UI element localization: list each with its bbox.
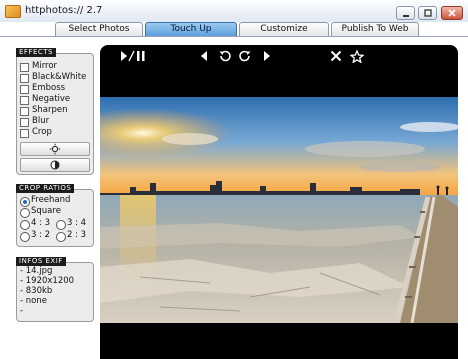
maximize-icon: [423, 9, 432, 17]
minimize-icon: [402, 15, 409, 17]
exif-resolution: - 1920x1200: [20, 276, 75, 286]
contrast-icon: [50, 160, 60, 170]
exif-filename: - 14.jpg: [20, 266, 53, 276]
crop-option-label: Freehand: [31, 195, 71, 205]
exif-panel: - 14.jpg - 1920x1200 - 830kb - none -: [16, 262, 94, 322]
delete-button[interactable]: [330, 50, 342, 64]
favorite-button[interactable]: [349, 49, 365, 65]
close-icon: [448, 9, 456, 17]
effect-label: Mirror: [32, 61, 58, 71]
exif-value: - none: [20, 296, 47, 306]
checkbox[interactable]: [20, 118, 29, 127]
crop-option-label: Square: [31, 206, 61, 216]
sunset-photo: [100, 97, 458, 323]
app-icon: [5, 5, 21, 18]
tab-publish-to-web[interactable]: Publish To Web: [331, 22, 419, 36]
crop-ratios-panel: Freehand Square 4 : 3 3 : 4 3 : 2 2 : 3: [16, 189, 94, 247]
radio-2-3[interactable]: [56, 232, 66, 242]
main-frame: Mirror Black&White Emboss Negative Sharp…: [0, 36, 468, 359]
brightness-button[interactable]: [20, 142, 90, 156]
checkbox[interactable]: [20, 129, 29, 138]
crop-option-label: 2 : 3: [67, 230, 87, 240]
radio-square[interactable]: [20, 208, 30, 218]
rotate-left-icon: [219, 50, 231, 62]
photo-viewer: [100, 45, 458, 359]
play-pause-icon: [121, 50, 145, 62]
tab-select-photos[interactable]: Select Photos: [55, 22, 143, 36]
checkbox[interactable]: [20, 107, 29, 116]
effect-label: Sharpen: [32, 105, 68, 115]
radio-3-4[interactable]: [56, 220, 66, 230]
tab-touch-up[interactable]: Touch Up: [145, 22, 237, 36]
effect-label: Blur: [32, 116, 50, 126]
next-button[interactable]: [262, 50, 272, 64]
delete-icon: [330, 50, 342, 62]
effects-title: EFFECTS: [16, 48, 57, 57]
crop-ratios-title: CROP RATIOS: [16, 184, 75, 193]
checkbox[interactable]: [20, 63, 29, 72]
exif-title: INFOS EXIF: [16, 257, 66, 266]
maximize-button[interactable]: [418, 6, 437, 20]
effect-label: Black&White: [32, 72, 87, 82]
close-button[interactable]: [441, 6, 463, 20]
next-icon: [264, 51, 270, 61]
exif-value: -: [20, 306, 24, 316]
star-icon: [349, 49, 365, 64]
tab-customize-template[interactable]: Customize Template: [239, 22, 329, 47]
rotate-left-button[interactable]: [218, 50, 232, 64]
effect-label: Negative: [32, 94, 71, 104]
exif-filesize: - 830kb: [20, 286, 53, 296]
effect-label: Emboss: [32, 83, 66, 93]
effects-panel: Mirror Black&White Emboss Negative Sharp…: [16, 53, 94, 175]
contrast-button[interactable]: [20, 158, 90, 172]
tab-bar: Select Photos Touch Up Customize Templat…: [0, 22, 468, 47]
rotate-right-icon: [239, 50, 251, 62]
brightness-icon: [49, 143, 61, 155]
radio-4-3[interactable]: [20, 220, 30, 230]
rotate-right-button[interactable]: [238, 50, 252, 64]
checkbox[interactable]: [20, 96, 29, 105]
crop-option-label: 3 : 2: [31, 230, 51, 240]
checkbox[interactable]: [20, 74, 29, 83]
radio-3-2[interactable]: [20, 232, 30, 242]
title-bar: httphotos:// 2.7: [0, 0, 468, 22]
previous-icon: [201, 51, 207, 61]
minimize-button[interactable]: [396, 6, 415, 20]
previous-button[interactable]: [199, 50, 209, 64]
photo-preview[interactable]: [100, 97, 458, 323]
play-pause-button[interactable]: [120, 50, 150, 64]
crop-option-label: 3 : 4: [67, 218, 87, 228]
window-title: httphotos:// 2.7: [25, 5, 103, 16]
crop-option-label: 4 : 3: [31, 218, 51, 228]
checkbox[interactable]: [20, 85, 29, 94]
radio-freehand[interactable]: [20, 197, 30, 207]
effect-label: Crop: [32, 127, 52, 137]
